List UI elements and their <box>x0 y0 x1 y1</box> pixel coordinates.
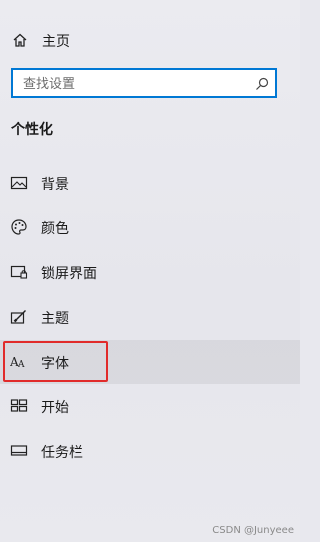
annotation-highlight-box <box>3 341 108 382</box>
lock-screen-icon <box>10 265 28 279</box>
search-box[interactable] <box>11 68 277 98</box>
nav-label-colors: 颜色 <box>41 221 69 237</box>
nav-label-taskbar: 任务栏 <box>41 445 83 461</box>
nav-label-background: 背景 <box>41 177 69 193</box>
start-icon <box>10 399 28 412</box>
home-label: 主页 <box>42 34 70 50</box>
picture-icon <box>10 176 28 190</box>
search-icon[interactable] <box>255 77 269 91</box>
taskbar-icon <box>10 445 28 456</box>
nav-label-lock-screen: 锁屏界面 <box>41 266 97 282</box>
nav-label-themes: 主题 <box>41 311 69 327</box>
nav-item-colors[interactable]: 颜色 <box>0 205 300 249</box>
nav-item-background[interactable]: 背景 <box>0 161 300 205</box>
home-nav-item[interactable]: 主页 <box>0 24 300 58</box>
nav-label-start: 开始 <box>41 400 69 416</box>
settings-navigation-panel: 主页 个性化 背景 颜色 锁屏界面 <box>0 0 300 542</box>
palette-icon <box>11 219 27 235</box>
watermark: CSDN @Junyeee <box>212 525 294 536</box>
search-input[interactable] <box>23 74 243 94</box>
nav-item-themes[interactable]: 主题 <box>0 295 300 339</box>
nav-item-start[interactable]: 开始 <box>0 384 300 428</box>
home-icon <box>13 33 27 47</box>
nav-item-taskbar[interactable]: 任务栏 <box>0 429 300 473</box>
paintbrush-icon <box>10 310 26 324</box>
section-title: 个性化 <box>11 122 53 138</box>
nav-item-lock-screen[interactable]: 锁屏界面 <box>0 250 300 294</box>
